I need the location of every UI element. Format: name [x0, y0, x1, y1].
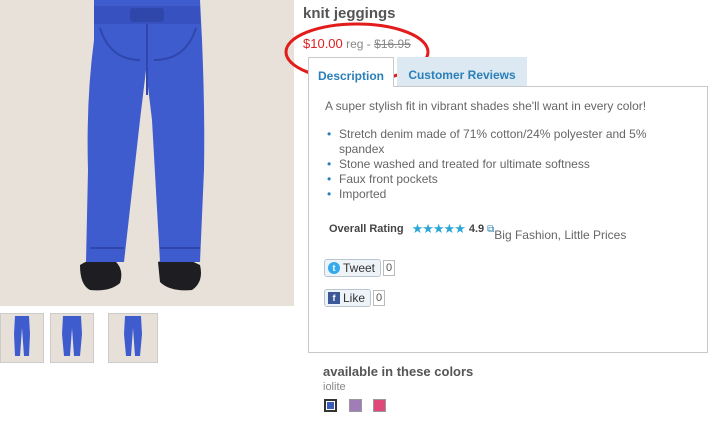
- color-swatch[interactable]: [373, 399, 386, 412]
- description-intro: A super stylish fit in vibrant shades sh…: [325, 99, 647, 113]
- selected-color-name: iolite: [323, 381, 346, 393]
- feature-item: Faux front pockets: [325, 172, 685, 187]
- product-thumbnail-3[interactable]: [108, 313, 158, 363]
- tagline: Big Fashion, Little Prices: [494, 228, 627, 242]
- rating-label: Overall Rating: [329, 223, 404, 235]
- like-button-label: Like: [343, 291, 366, 305]
- description-panel: A super stylish fit in vibrant shades sh…: [308, 86, 708, 353]
- feature-item: Stretch denim made of 71% cotton/24% pol…: [325, 127, 685, 157]
- facebook-like-share: f Like 0: [324, 289, 386, 307]
- rating-stars-icon[interactable]: ★★★★★: [412, 221, 466, 237]
- twitter-bird-icon: t: [328, 262, 340, 274]
- colors-heading: available in these colors: [323, 364, 474, 379]
- rating-row: Overall Rating ★★★★★ 4.9 ⧉ Big Fashion, …: [329, 221, 626, 242]
- sale-price: $10.00: [303, 36, 343, 51]
- tweet-button[interactable]: t Tweet: [324, 259, 382, 277]
- like-count: 0: [373, 290, 386, 306]
- product-main-image[interactable]: [0, 0, 294, 306]
- price-row: $10.00 reg - $16.95: [303, 36, 411, 51]
- product-thumbnail-1[interactable]: [0, 313, 44, 363]
- regular-price-label: reg -: [346, 37, 371, 51]
- product-title: knit jeggings: [303, 5, 396, 22]
- feature-list: Stretch denim made of 71% cotton/24% pol…: [325, 127, 685, 202]
- feature-item: Imported: [325, 187, 685, 202]
- thumbnail-image: [124, 316, 142, 356]
- color-swatch-iolite[interactable]: [324, 399, 337, 412]
- tweet-count: 0: [383, 260, 396, 276]
- tab-description[interactable]: Description: [308, 57, 394, 87]
- thumbnail-image: [62, 316, 82, 356]
- like-button[interactable]: f Like: [324, 289, 372, 307]
- thumbnail-image: [14, 316, 30, 356]
- feature-item: Stone washed and treated for ultimate so…: [325, 157, 685, 172]
- color-swatch[interactable]: [349, 399, 362, 412]
- tweet-button-label: Tweet: [343, 261, 376, 275]
- product-thumbnail-2[interactable]: [50, 313, 94, 363]
- tweet-share: t Tweet 0: [324, 259, 396, 277]
- rating-value: 4.9: [468, 223, 485, 235]
- tab-customer-reviews[interactable]: Customer Reviews: [397, 57, 527, 87]
- original-price: $16.95: [374, 37, 411, 51]
- facebook-icon: f: [328, 292, 340, 304]
- external-link-icon[interactable]: ⧉: [487, 224, 494, 235]
- jeggings-photo: [0, 0, 294, 306]
